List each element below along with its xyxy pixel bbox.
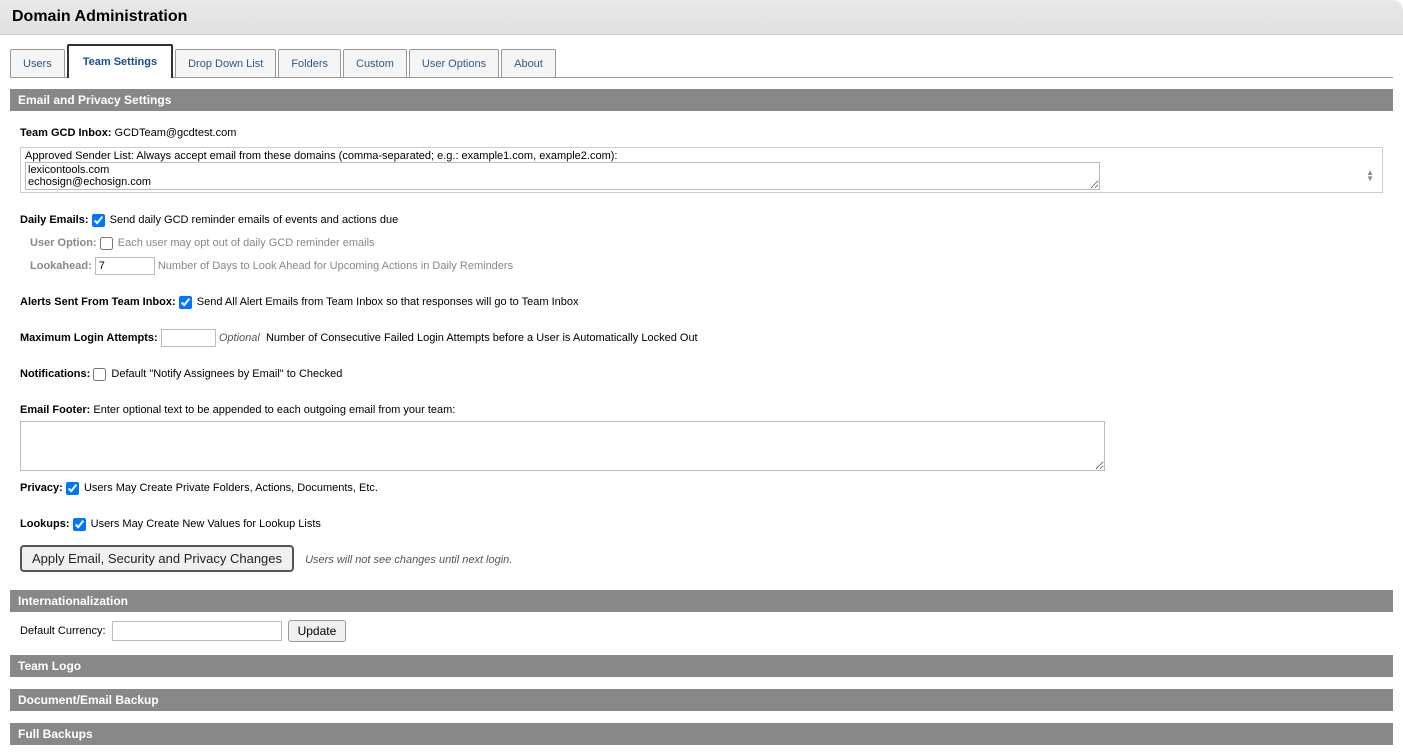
privacy-line: Privacy: Users May Create Private Folder… bbox=[20, 479, 1383, 497]
user-option-label: User Option: bbox=[30, 237, 97, 249]
content-area: Email and Privacy Settings Team GCD Inbo… bbox=[10, 77, 1393, 745]
tab-users[interactable]: Users bbox=[10, 49, 65, 77]
notifications-label: Notifications: bbox=[20, 368, 90, 380]
tab-user-options[interactable]: User Options bbox=[409, 49, 499, 77]
section-email-privacy-body: Team GCD Inbox: GCDTeam@gcdtest.com Appr… bbox=[10, 111, 1393, 585]
daily-emails-line: Daily Emails: Send daily GCD reminder em… bbox=[20, 211, 1383, 229]
section-full-backups-header: Full Backups bbox=[10, 723, 1393, 745]
footer-desc: Enter optional text to be appended to ea… bbox=[93, 404, 455, 416]
lookups-desc: Users May Create New Values for Lookup L… bbox=[91, 518, 321, 530]
tab-folders[interactable]: Folders bbox=[278, 49, 341, 77]
tab-drop-down-list[interactable]: Drop Down List bbox=[175, 49, 276, 77]
user-option-desc: Each user may opt out of daily GCD remin… bbox=[118, 237, 375, 249]
apply-button[interactable]: Apply Email, Security and Privacy Change… bbox=[20, 545, 294, 572]
page-title: Domain Administration bbox=[12, 8, 1391, 26]
currency-label: Default Currency: bbox=[20, 625, 106, 637]
team-inbox-value: GCDTeam@gcdtest.com bbox=[115, 127, 237, 139]
lookahead-line: Lookahead: Number of Days to Look Ahead … bbox=[30, 257, 1383, 275]
approved-sender-label-line: Approved Sender List: Always accept emai… bbox=[25, 150, 1378, 162]
update-button[interactable]: Update bbox=[288, 620, 347, 642]
approved-sender-container: Approved Sender List: Always accept emai… bbox=[20, 147, 1383, 193]
team-inbox-label: Team GCD Inbox: bbox=[20, 127, 111, 139]
max-login-line: Maximum Login Attempts: Optional Number … bbox=[20, 329, 1383, 347]
currency-line: Default Currency: Update bbox=[20, 620, 1383, 642]
lookups-checkbox[interactable] bbox=[73, 518, 86, 531]
notifications-desc: Default "Notify Assignees by Email" to C… bbox=[111, 368, 342, 380]
scroll-indicator-icon: ▲▼ bbox=[1366, 170, 1374, 182]
tabs-container: Users Team Settings Drop Down List Folde… bbox=[10, 43, 1393, 77]
alerts-desc: Send All Alert Emails from Team Inbox so… bbox=[197, 296, 579, 308]
lookups-label: Lookups: bbox=[20, 518, 70, 530]
max-login-desc: Number of Consecutive Failed Login Attem… bbox=[266, 332, 698, 344]
footer-line: Email Footer: Enter optional text to be … bbox=[20, 401, 1383, 471]
lookahead-desc: Number of Days to Look Ahead for Upcomin… bbox=[158, 260, 513, 272]
alerts-line: Alerts Sent From Team Inbox: Send All Al… bbox=[20, 293, 1383, 311]
privacy-desc: Users May Create Private Folders, Action… bbox=[84, 482, 378, 494]
section-intl-body: Default Currency: Update bbox=[10, 612, 1393, 650]
daily-emails-checkbox[interactable] bbox=[92, 214, 105, 227]
tab-team-settings[interactable]: Team Settings bbox=[67, 44, 173, 78]
section-intl-header: Internationalization bbox=[10, 590, 1393, 612]
lookahead-label: Lookahead: bbox=[30, 260, 92, 272]
section-doc-backup-header: Document/Email Backup bbox=[10, 689, 1393, 711]
currency-input[interactable] bbox=[112, 621, 282, 641]
approved-sender-input[interactable] bbox=[25, 162, 1100, 190]
user-option-line: User Option: Each user may opt out of da… bbox=[30, 234, 1383, 252]
lookahead-input[interactable] bbox=[95, 257, 155, 275]
lookups-line: Lookups: Users May Create New Values for… bbox=[20, 515, 1383, 533]
max-login-optional: Optional bbox=[219, 332, 260, 344]
max-login-label: Maximum Login Attempts: bbox=[20, 332, 158, 344]
page-header: Domain Administration bbox=[0, 0, 1403, 35]
approved-textarea-wrapper: ▲▼ bbox=[25, 162, 1378, 190]
privacy-label: Privacy: bbox=[20, 482, 63, 494]
approved-sender-label: Approved Sender List: bbox=[25, 150, 134, 162]
notifications-checkbox[interactable] bbox=[93, 368, 106, 381]
apply-line: Apply Email, Security and Privacy Change… bbox=[20, 545, 1383, 572]
user-option-checkbox[interactable] bbox=[100, 237, 113, 250]
approved-sender-desc: Always accept email from these domains (… bbox=[136, 150, 617, 162]
tab-about[interactable]: About bbox=[501, 49, 556, 77]
team-inbox-line: Team GCD Inbox: GCDTeam@gcdtest.com bbox=[20, 124, 1383, 142]
notifications-line: Notifications: Default "Notify Assignees… bbox=[20, 365, 1383, 383]
daily-emails-label: Daily Emails: bbox=[20, 214, 88, 226]
footer-label: Email Footer: bbox=[20, 404, 90, 416]
tab-custom[interactable]: Custom bbox=[343, 49, 407, 77]
alerts-label: Alerts Sent From Team Inbox: bbox=[20, 296, 176, 308]
section-team-logo-header: Team Logo bbox=[10, 655, 1393, 677]
footer-input[interactable] bbox=[20, 421, 1105, 471]
privacy-checkbox[interactable] bbox=[66, 482, 79, 495]
apply-note: Users will not see changes until next lo… bbox=[305, 554, 512, 566]
section-email-privacy-header: Email and Privacy Settings bbox=[10, 89, 1393, 111]
alerts-checkbox[interactable] bbox=[179, 296, 192, 309]
max-login-input[interactable] bbox=[161, 329, 216, 347]
daily-emails-desc: Send daily GCD reminder emails of events… bbox=[110, 214, 399, 226]
